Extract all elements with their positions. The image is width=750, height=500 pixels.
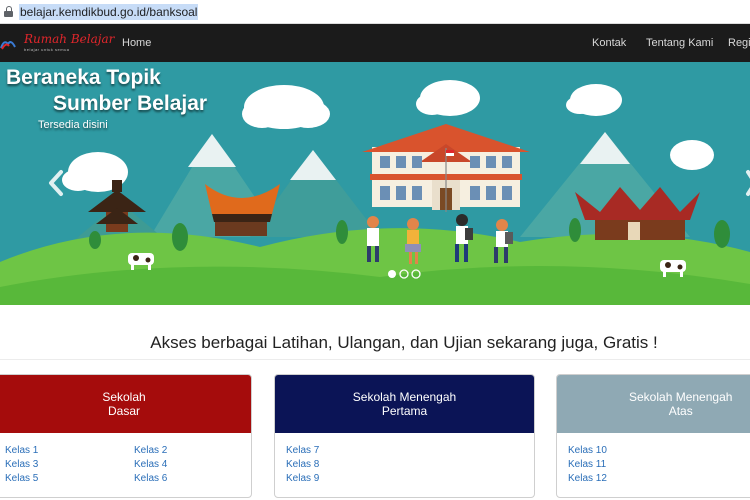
nav-about[interactable]: Tentang Kami — [646, 37, 713, 49]
card-title-line2: Dasar — [107, 404, 140, 418]
nav-contact[interactable]: Kontak — [592, 37, 626, 49]
link-kelas[interactable]: Kelas 1 — [5, 445, 38, 456]
card-body: Kelas 1 Kelas 3 Kelas 5 Kelas 2 Kelas 4 … — [0, 433, 251, 497]
link-kelas[interactable]: Kelas 6 — [134, 473, 167, 484]
divider — [0, 359, 750, 360]
card-title-line2: Pertama — [381, 404, 428, 418]
site-logo[interactable]: Rumah Belajar belajar untuk semua — [0, 30, 114, 58]
link-kelas[interactable]: Kelas 8 — [286, 459, 319, 470]
card-title-line1: Sekolah Menengah — [352, 390, 457, 404]
link-kelas[interactable]: Kelas 2 — [134, 445, 167, 456]
url-text[interactable]: belajar.kemdikbud.go.id/banksoal — [19, 3, 199, 20]
card-title-line2: Atas — [668, 404, 693, 418]
hero-carousel: Beraneka Topik Sumber Belajar Tersedia d… — [0, 62, 750, 305]
card-header[interactable]: Sekolah Menengah Atas — [557, 375, 750, 433]
card-title-line1: Sekolah Menengah — [629, 390, 733, 404]
logo-tagline: belajar untuk semua — [24, 47, 70, 52]
link-kelas[interactable]: Kelas 12 — [568, 473, 607, 484]
link-kelas[interactable]: Kelas 11 — [568, 459, 606, 470]
card-sma: Sekolah Menengah Atas Kelas 10 Kelas 11 K… — [556, 374, 750, 498]
page-headline: Akses berbagai Latihan, Ulangan, dan Uji… — [150, 333, 658, 352]
chevron-left-icon[interactable] — [46, 168, 66, 198]
lock-icon — [4, 6, 13, 17]
link-kelas[interactable]: Kelas 4 — [134, 459, 167, 470]
hero-title-line1: Beraneka Topik — [6, 66, 161, 89]
chevron-right-icon[interactable] — [740, 168, 750, 198]
card-body: Kelas 7 Kelas 8 Kelas 9 — [275, 433, 534, 497]
hero-subtitle: Tersedia disini — [38, 119, 108, 131]
card-body: Kelas 10 Kelas 11 Kelas 12 — [557, 433, 750, 497]
logo-icon — [0, 41, 16, 50]
nav-register[interactable]: Regi — [728, 37, 750, 49]
address-bar[interactable]: belajar.kemdikbud.go.id/banksoal — [0, 0, 750, 24]
link-kelas[interactable]: Kelas 10 — [568, 445, 607, 456]
link-kelas[interactable]: Kelas 9 — [286, 473, 319, 484]
logo-text: Rumah Belajar — [24, 32, 115, 46]
card-title-line1: Sekolah — [102, 390, 146, 404]
link-kelas[interactable]: Kelas 5 — [5, 473, 38, 484]
link-kelas[interactable]: Kelas 7 — [286, 445, 319, 456]
card-header[interactable]: Sekolah Menengah Pertama — [275, 375, 534, 433]
card-sekolah-dasar: Sekolah Dasar Kelas 1 Kelas 3 Kelas 5 Kel… — [0, 374, 252, 498]
hero-title-line2: Sumber Belajar — [53, 92, 208, 115]
card-smp: Sekolah Menengah Pertama Kelas 7 Kelas 8 … — [274, 374, 535, 498]
card-header[interactable]: Sekolah Dasar — [0, 375, 251, 433]
nav-home[interactable]: Home — [122, 37, 151, 49]
link-kelas[interactable]: Kelas 3 — [5, 459, 38, 470]
navbar: Rumah Belajar belajar untuk semua Home K… — [0, 24, 750, 62]
